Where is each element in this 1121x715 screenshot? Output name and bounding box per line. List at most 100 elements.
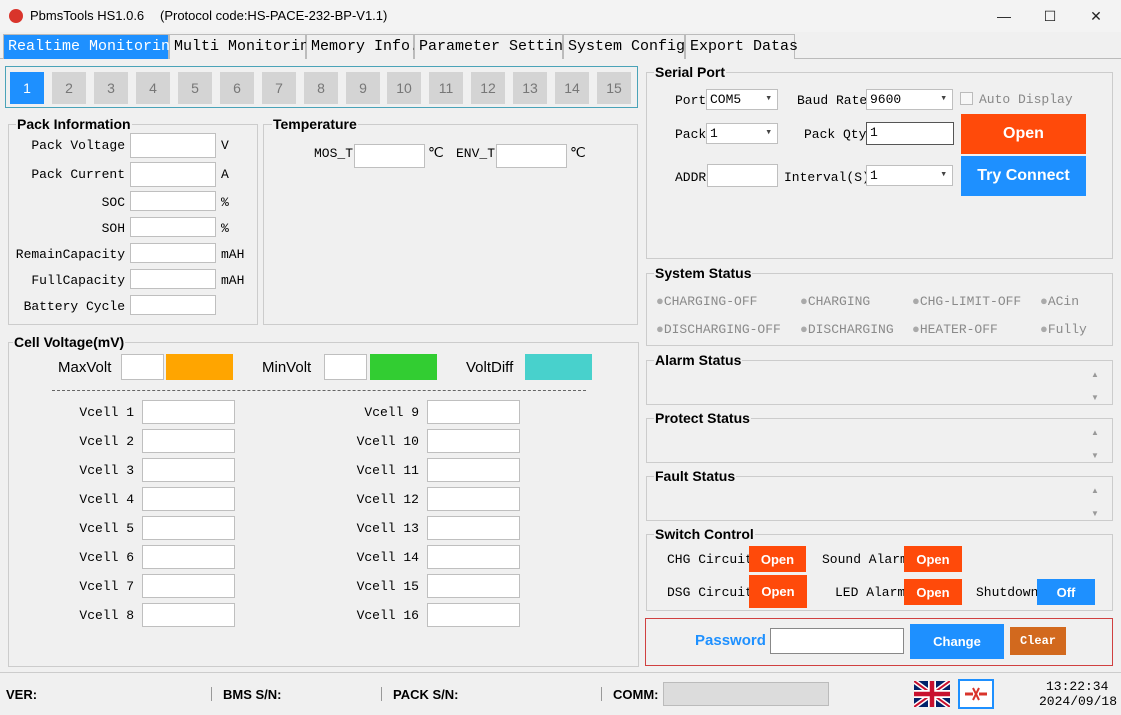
- uk-flag-icon[interactable]: [912, 678, 952, 710]
- pack-number-13[interactable]: 13: [513, 72, 547, 104]
- vcell-label: Vcell 9: [364, 405, 419, 420]
- comm-progress-bar: [663, 682, 829, 706]
- pack-number-5[interactable]: 5: [178, 72, 212, 104]
- scroll-down-icon[interactable]: ▼: [1091, 451, 1099, 460]
- pack-qty-label: Pack Qty: [804, 127, 867, 142]
- minimize-button[interactable]: —: [981, 0, 1027, 32]
- app-title: PbmsTools HS1.0.6: [30, 8, 145, 23]
- baud-rate-value: 9600: [870, 92, 902, 107]
- status-dot-icon: ●: [912, 322, 920, 337]
- pack-number-7[interactable]: 7: [262, 72, 296, 104]
- pack-number-10[interactable]: 10: [387, 72, 421, 104]
- vcell-field: [142, 545, 235, 569]
- status-item: ●HEATER-OFF: [912, 322, 998, 337]
- addr-input[interactable]: [707, 164, 778, 187]
- vcell-label: Vcell 15: [356, 579, 419, 594]
- chg-circuit-button[interactable]: Open: [749, 546, 806, 572]
- vcell-field: [142, 603, 235, 627]
- clock-time: 13:22:34: [1046, 679, 1109, 694]
- env-temp-label: ENV_T: [456, 146, 496, 161]
- auto-display-checkbox[interactable]: [960, 92, 973, 105]
- vcell-field: [427, 400, 520, 424]
- password-input[interactable]: [770, 628, 904, 654]
- volt-diff-label: VoltDiff: [466, 359, 514, 376]
- pack-number-15[interactable]: 15: [597, 72, 631, 104]
- tab-realtime-monitoring[interactable]: Realtime Monitoring: [3, 34, 179, 59]
- tab-multi-monitoring[interactable]: Multi Monitoring: [169, 34, 318, 59]
- chg-circuit-label: CHG Circuit: [667, 552, 753, 567]
- shutdown-button[interactable]: Off: [1037, 579, 1095, 605]
- try-connect-button[interactable]: Try Connect: [961, 156, 1086, 196]
- soc-unit: %: [221, 195, 229, 210]
- pack-number-1[interactable]: 1: [10, 72, 44, 104]
- sound-alarm-button[interactable]: Open: [904, 546, 962, 572]
- maximize-button[interactable]: ☐: [1027, 0, 1073, 32]
- tab-system-config[interactable]: System Config.: [563, 34, 694, 59]
- addr-label: ADDR: [675, 170, 707, 185]
- dsg-circuit-button[interactable]: Open: [749, 575, 807, 608]
- vcell-label: Vcell 4: [79, 492, 134, 507]
- chevron-down-icon: ▾: [765, 93, 772, 105]
- led-alarm-label: LED Alarm: [835, 585, 906, 600]
- vcell-label: Vcell 10: [356, 434, 419, 449]
- port-select[interactable]: COM5 ▾: [706, 89, 778, 110]
- pack-number-8[interactable]: 8: [304, 72, 338, 104]
- pack-select[interactable]: 1 ▾: [706, 123, 778, 144]
- pack-number-9[interactable]: 9: [346, 72, 380, 104]
- change-password-button[interactable]: Change: [910, 624, 1004, 659]
- port-label: Port: [675, 93, 707, 108]
- soc-field: [130, 191, 216, 211]
- vcell-field: [427, 545, 520, 569]
- pack-number-11[interactable]: 11: [429, 72, 463, 104]
- status-item-label: HEATER-OFF: [919, 322, 998, 337]
- scroll-down-icon[interactable]: ▼: [1091, 393, 1099, 402]
- vcell-field: [427, 458, 520, 482]
- close-button[interactable]: ✕: [1073, 0, 1119, 32]
- alarm-scrollbar[interactable]: ▲ ▼: [1089, 370, 1101, 402]
- pack-number-4[interactable]: 4: [136, 72, 170, 104]
- status-item-label: DISCHARGING: [807, 322, 894, 337]
- status-item: ●DISCHARGING: [800, 322, 894, 337]
- pack-number-12[interactable]: 12: [471, 72, 505, 104]
- full-capacity-field: [130, 269, 216, 289]
- pack-qty-input[interactable]: 1: [866, 122, 954, 145]
- status-item: ●CHARGING: [800, 294, 870, 309]
- tab-export-datas[interactable]: Export Datas: [685, 34, 798, 59]
- vcell-field: [142, 487, 235, 511]
- protect-status-title: Protect Status: [654, 410, 751, 426]
- tab-memory-info[interactable]: Memory Info.: [306, 34, 419, 59]
- fault-scrollbar[interactable]: ▲ ▼: [1089, 486, 1101, 518]
- dsg-circuit-label: DSG Circuit: [667, 585, 753, 600]
- chevron-down-icon: ▾: [940, 169, 947, 181]
- vcell-label: Vcell 6: [79, 550, 134, 565]
- password-label: Password: [695, 632, 766, 649]
- vcell-field: [142, 400, 235, 424]
- min-volt-field: [324, 354, 367, 380]
- interval-select[interactable]: 1 ▾: [866, 165, 953, 186]
- scroll-up-icon[interactable]: ▲: [1091, 428, 1099, 437]
- pack-number-6[interactable]: 6: [220, 72, 254, 104]
- pack-number-14[interactable]: 14: [555, 72, 589, 104]
- pack-current-unit: A: [221, 167, 229, 182]
- pack-selector: 1 2 3 4 5 6 7 8 9 10 11 12 13 14 15: [5, 66, 638, 108]
- baud-rate-select[interactable]: 9600 ▾: [866, 89, 953, 110]
- disconnect-icon[interactable]: [958, 679, 994, 709]
- scroll-up-icon[interactable]: ▲: [1091, 370, 1099, 379]
- pack-number-2[interactable]: 2: [52, 72, 86, 104]
- led-alarm-button[interactable]: Open: [904, 579, 962, 605]
- bms-sn-label: BMS S/N:: [223, 687, 282, 702]
- clear-button[interactable]: Clear: [1010, 627, 1066, 655]
- interval-label: Interval(S): [784, 170, 870, 185]
- open-button[interactable]: Open: [961, 114, 1086, 154]
- status-item: ●ACin: [1040, 294, 1079, 309]
- mos-temp-field: [354, 144, 425, 168]
- status-dot-icon: ●: [656, 322, 664, 337]
- soc-label: SOC: [101, 195, 125, 210]
- tab-parameter-setting[interactable]: Parameter Setting: [414, 34, 572, 59]
- scroll-up-icon[interactable]: ▲: [1091, 486, 1099, 495]
- protect-scrollbar[interactable]: ▲ ▼: [1089, 428, 1101, 460]
- pack-number-3[interactable]: 3: [94, 72, 128, 104]
- scroll-down-icon[interactable]: ▼: [1091, 509, 1099, 518]
- status-bar: VER: BMS S/N: PACK S/N: COMM: 13:22:34 2…: [0, 672, 1121, 715]
- soh-unit: %: [221, 221, 229, 236]
